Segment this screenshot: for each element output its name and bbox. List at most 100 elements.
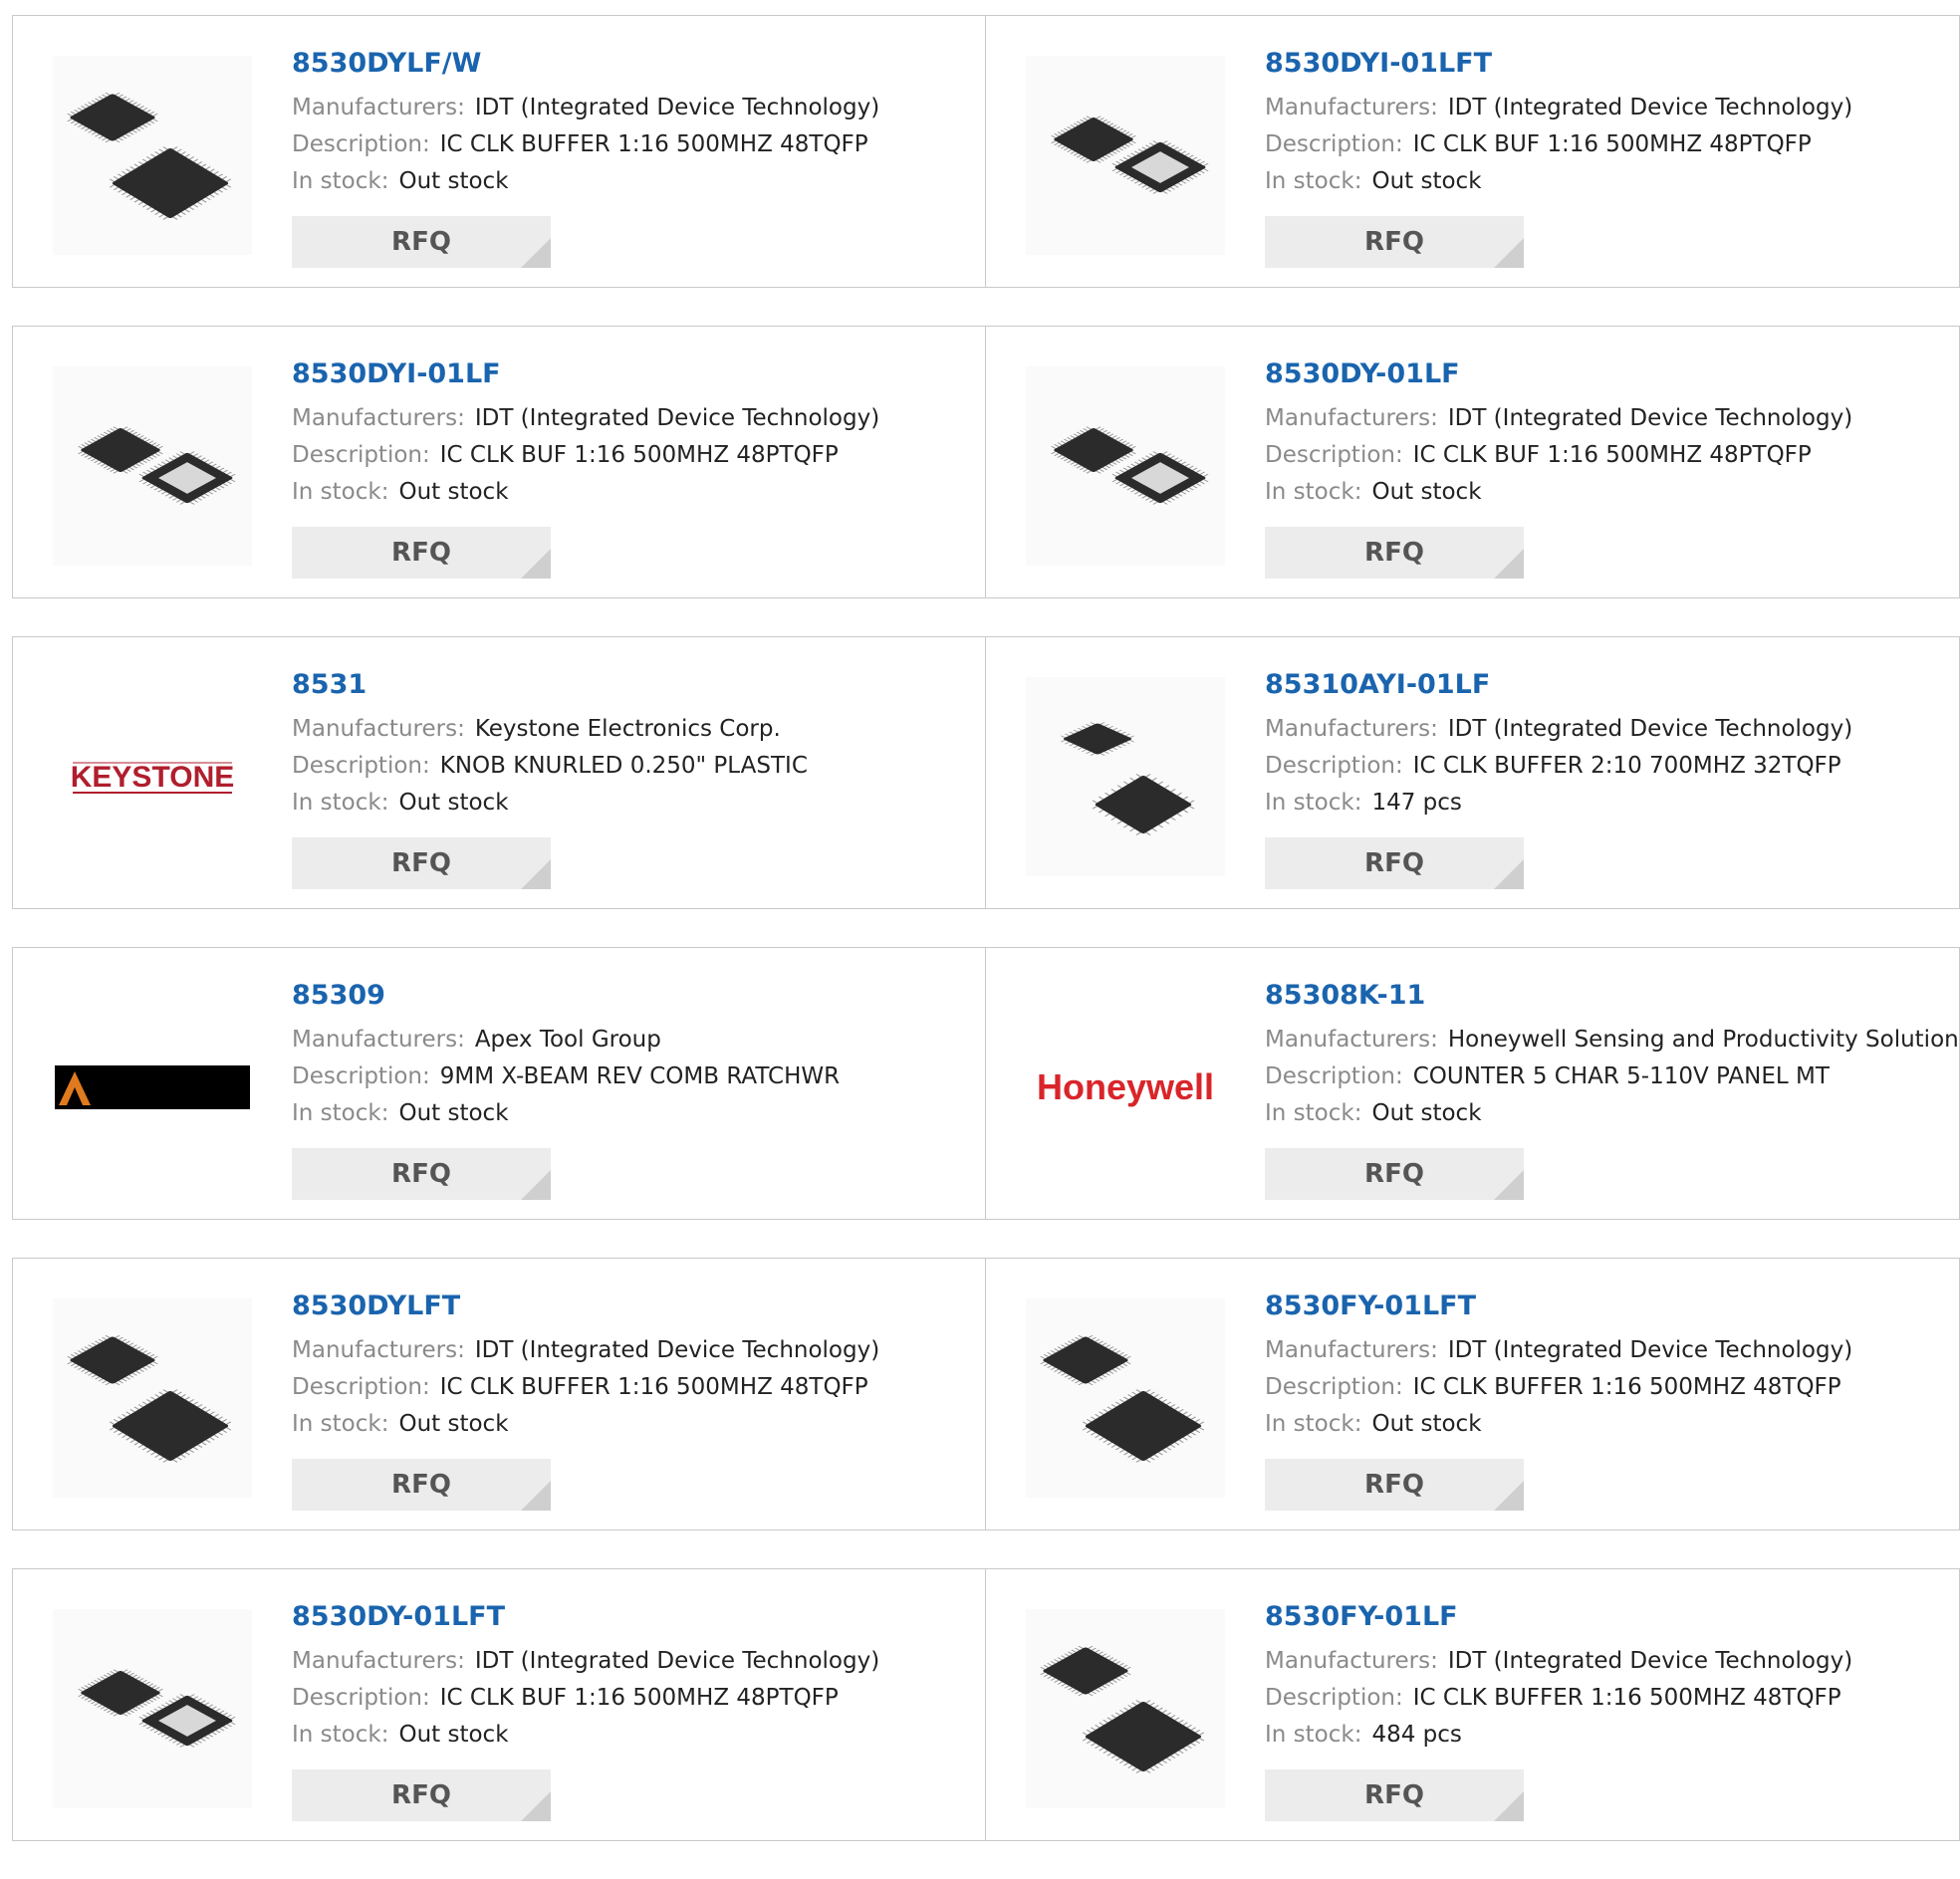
part-number-link[interactable]: 8530DYLFT [292, 1289, 975, 1324]
svg-text:KEYSTONE: KEYSTONE [71, 761, 235, 794]
stock-line: In stock: Out stock [1265, 1406, 1949, 1443]
description-value: IC CLK BUF 1:16 500MHZ 48PTQFP [439, 1685, 839, 1711]
description-value: IC CLK BUFFER 1:16 500MHZ 48TQFP [1412, 1374, 1841, 1400]
stock-label: In stock: [1265, 1100, 1362, 1126]
corner-triangle-icon [1494, 1791, 1524, 1821]
product-card: 8530DYLFT Manufacturers: IDT (Integrated … [12, 1258, 986, 1530]
stock-line: In stock: Out stock [292, 785, 975, 822]
rfq-label: RFQ [1364, 1159, 1424, 1189]
product-image[interactable] [53, 56, 252, 255]
chip-pair-icon [1040, 1645, 1205, 1773]
product-image[interactable] [1026, 677, 1225, 876]
rfq-button[interactable]: RFQ [292, 1459, 551, 1511]
corner-triangle-icon [1494, 238, 1524, 268]
product-image[interactable] [1026, 1609, 1225, 1808]
rfq-button[interactable]: RFQ [1265, 1769, 1524, 1821]
part-number-link[interactable]: 85308K-11 [1265, 978, 1949, 1014]
stock-value: Out stock [1371, 1100, 1482, 1126]
description-label: Description: [1265, 442, 1403, 468]
corner-triangle-icon [1494, 1170, 1524, 1200]
stock-line: In stock: Out stock [292, 1406, 975, 1443]
manufacturer-value: IDT (Integrated Device Technology) [1447, 1648, 1853, 1674]
rfq-button[interactable]: RFQ [292, 216, 551, 268]
description-value: IC CLK BUFFER 2:10 700MHZ 32TQFP [1412, 753, 1841, 779]
product-info: 85310AYI-01LF Manufacturers: IDT (Integra… [1265, 667, 1949, 822]
description-line: Description: IC CLK BUF 1:16 500MHZ 48PTQ… [292, 437, 975, 474]
corner-triangle-icon [521, 859, 551, 889]
product-image[interactable] [53, 366, 252, 566]
product-image[interactable] [53, 1298, 252, 1498]
description-label: Description: [292, 131, 430, 157]
description-line: Description: IC CLK BUF 1:16 500MHZ 48PTQ… [292, 1680, 975, 1717]
manufacturer-value: Honeywell Sensing and Productivity Solut… [1447, 1027, 1960, 1053]
corner-triangle-icon [1494, 859, 1524, 889]
manufacturer-value: IDT (Integrated Device Technology) [474, 1648, 880, 1674]
stock-value: Out stock [398, 1100, 509, 1126]
corner-triangle-icon [1494, 1481, 1524, 1511]
rfq-label: RFQ [391, 848, 451, 878]
rfq-button[interactable]: RFQ [292, 837, 551, 889]
product-row: 85309 Manufacturers: Apex Tool Group Desc… [12, 947, 1960, 1220]
product-image[interactable] [1026, 1298, 1225, 1498]
corner-triangle-icon [521, 238, 551, 268]
description-value: IC CLK BUF 1:16 500MHZ 48PTQFP [439, 442, 839, 468]
manufacturer-line: Manufacturers: Keystone Electronics Corp. [292, 711, 975, 748]
product-info: 8530DYI-01LF Manufacturers: IDT (Integrat… [292, 356, 975, 511]
chip-pair-icon [1040, 1334, 1205, 1463]
product-image[interactable] [1026, 366, 1225, 566]
product-image[interactable] [53, 1609, 252, 1808]
rfq-button[interactable]: RFQ [1265, 527, 1524, 579]
description-label: Description: [292, 1374, 430, 1400]
rfq-button[interactable]: RFQ [292, 1769, 551, 1821]
product-image[interactable]: KEYSTONE [53, 677, 252, 876]
part-number-link[interactable]: 8530DYLF/W [292, 46, 975, 82]
part-number-link[interactable]: 8530FY-01LF [1265, 1599, 1949, 1635]
apex-logo [55, 1065, 250, 1109]
description-value: COUNTER 5 CHAR 5-110V PANEL MT [1412, 1063, 1830, 1089]
product-card: KEYSTONE 8531 Manufacturers: Keystone Ele… [12, 636, 986, 909]
product-image[interactable]: Honeywell [1026, 988, 1225, 1187]
stock-label: In stock: [1265, 168, 1362, 194]
product-card: 8530FY-01LFT Manufacturers: IDT (Integrat… [986, 1258, 1960, 1530]
part-number-link[interactable]: 85310AYI-01LF [1265, 667, 1949, 703]
rfq-button[interactable]: RFQ [1265, 1459, 1524, 1511]
manufacturer-line: Manufacturers: IDT (Integrated Device Tec… [1265, 400, 1949, 437]
description-line: Description: IC CLK BUF 1:16 500MHZ 48PTQ… [1265, 126, 1949, 163]
part-number-link[interactable]: 8530DY-01LFT [292, 1599, 975, 1635]
manufacturers-label: Manufacturers: [292, 1027, 465, 1053]
manufacturer-line: Manufacturers: IDT (Integrated Device Tec… [1265, 1332, 1949, 1369]
product-image[interactable] [53, 988, 252, 1187]
rfq-label: RFQ [1364, 1780, 1424, 1810]
part-number-link[interactable]: 8530FY-01LFT [1265, 1289, 1949, 1324]
rfq-button[interactable]: RFQ [1265, 837, 1524, 889]
product-info: 8530DYI-01LFT Manufacturers: IDT (Integra… [1265, 46, 1949, 200]
product-card: 8530DYI-01LF Manufacturers: IDT (Integrat… [12, 326, 986, 598]
rfq-button[interactable]: RFQ [292, 1148, 551, 1200]
description-label: Description: [1265, 1374, 1403, 1400]
part-number-link[interactable]: 8530DYI-01LFT [1265, 46, 1949, 82]
stock-line: In stock: 147 pcs [1265, 785, 1949, 822]
part-number-link[interactable]: 8531 [292, 667, 975, 703]
corner-triangle-icon [521, 1791, 551, 1821]
rfq-button[interactable]: RFQ [1265, 216, 1524, 268]
stock-label: In stock: [1265, 1411, 1362, 1437]
rfq-button[interactable]: RFQ [292, 527, 551, 579]
part-number-link[interactable]: 8530DYI-01LF [292, 356, 975, 392]
rfq-button[interactable]: RFQ [1265, 1148, 1524, 1200]
product-info: 8531 Manufacturers: Keystone Electronics … [292, 667, 975, 822]
rfq-label: RFQ [391, 1780, 451, 1810]
product-card: 8530DY-01LF Manufacturers: IDT (Integrate… [986, 326, 1960, 598]
manufacturers-label: Manufacturers: [292, 95, 465, 120]
stock-value: 484 pcs [1371, 1722, 1462, 1748]
manufacturers-label: Manufacturers: [1265, 405, 1438, 431]
manufacturer-line: Manufacturers: IDT (Integrated Device Tec… [292, 90, 975, 126]
manufacturer-line: Manufacturers: IDT (Integrated Device Tec… [1265, 90, 1949, 126]
stock-label: In stock: [292, 1100, 389, 1126]
part-number-link[interactable]: 8530DY-01LF [1265, 356, 1949, 392]
stock-label: In stock: [1265, 479, 1362, 505]
corner-triangle-icon [521, 1170, 551, 1200]
stock-value: Out stock [398, 790, 509, 816]
product-image[interactable] [1026, 56, 1225, 255]
part-number-link[interactable]: 85309 [292, 978, 975, 1014]
manufacturer-value: IDT (Integrated Device Technology) [474, 1337, 880, 1363]
